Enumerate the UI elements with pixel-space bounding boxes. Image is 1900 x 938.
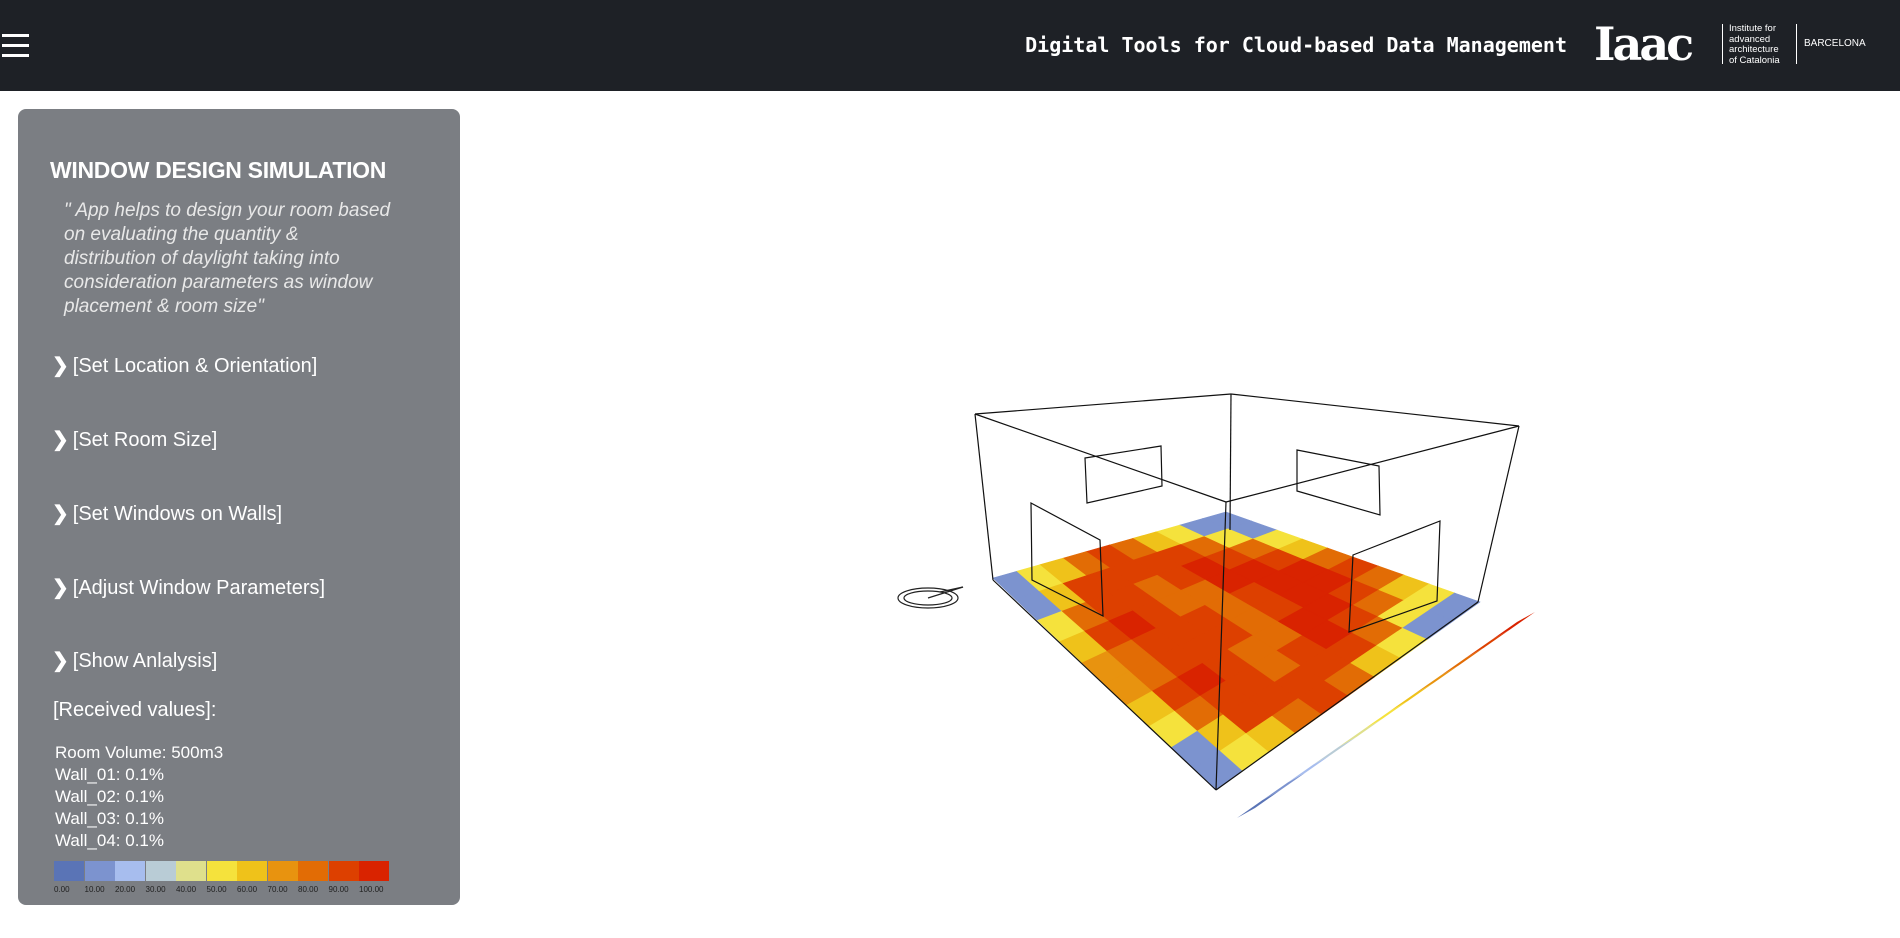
scale-segment bbox=[1364, 701, 1408, 729]
window-frame bbox=[1084, 445, 1163, 504]
scale-segment bbox=[1415, 665, 1459, 694]
compass-icon bbox=[897, 586, 964, 609]
room-edge bbox=[974, 413, 994, 581]
window-frame bbox=[1296, 449, 1381, 516]
scale-segment bbox=[1389, 683, 1434, 712]
scale-segment bbox=[1313, 736, 1357, 765]
room-edge bbox=[1229, 393, 1232, 531]
3d-room-viewport[interactable] bbox=[0, 0, 1900, 938]
room-edge bbox=[1230, 393, 1520, 427]
scale-segment bbox=[1262, 772, 1306, 801]
room-edge bbox=[974, 413, 1227, 503]
scale-segment bbox=[1338, 718, 1383, 747]
room-edge bbox=[1225, 425, 1520, 503]
room-edge bbox=[1477, 425, 1520, 603]
scale-segment bbox=[1237, 790, 1281, 818]
daylight-heatmap bbox=[992, 511, 1481, 791]
scale-segment bbox=[1491, 612, 1535, 640]
scale-segment bbox=[1466, 629, 1510, 658]
scale-segment bbox=[1440, 647, 1485, 676]
scale-segment bbox=[1287, 754, 1332, 783]
room-edge bbox=[974, 393, 1232, 415]
